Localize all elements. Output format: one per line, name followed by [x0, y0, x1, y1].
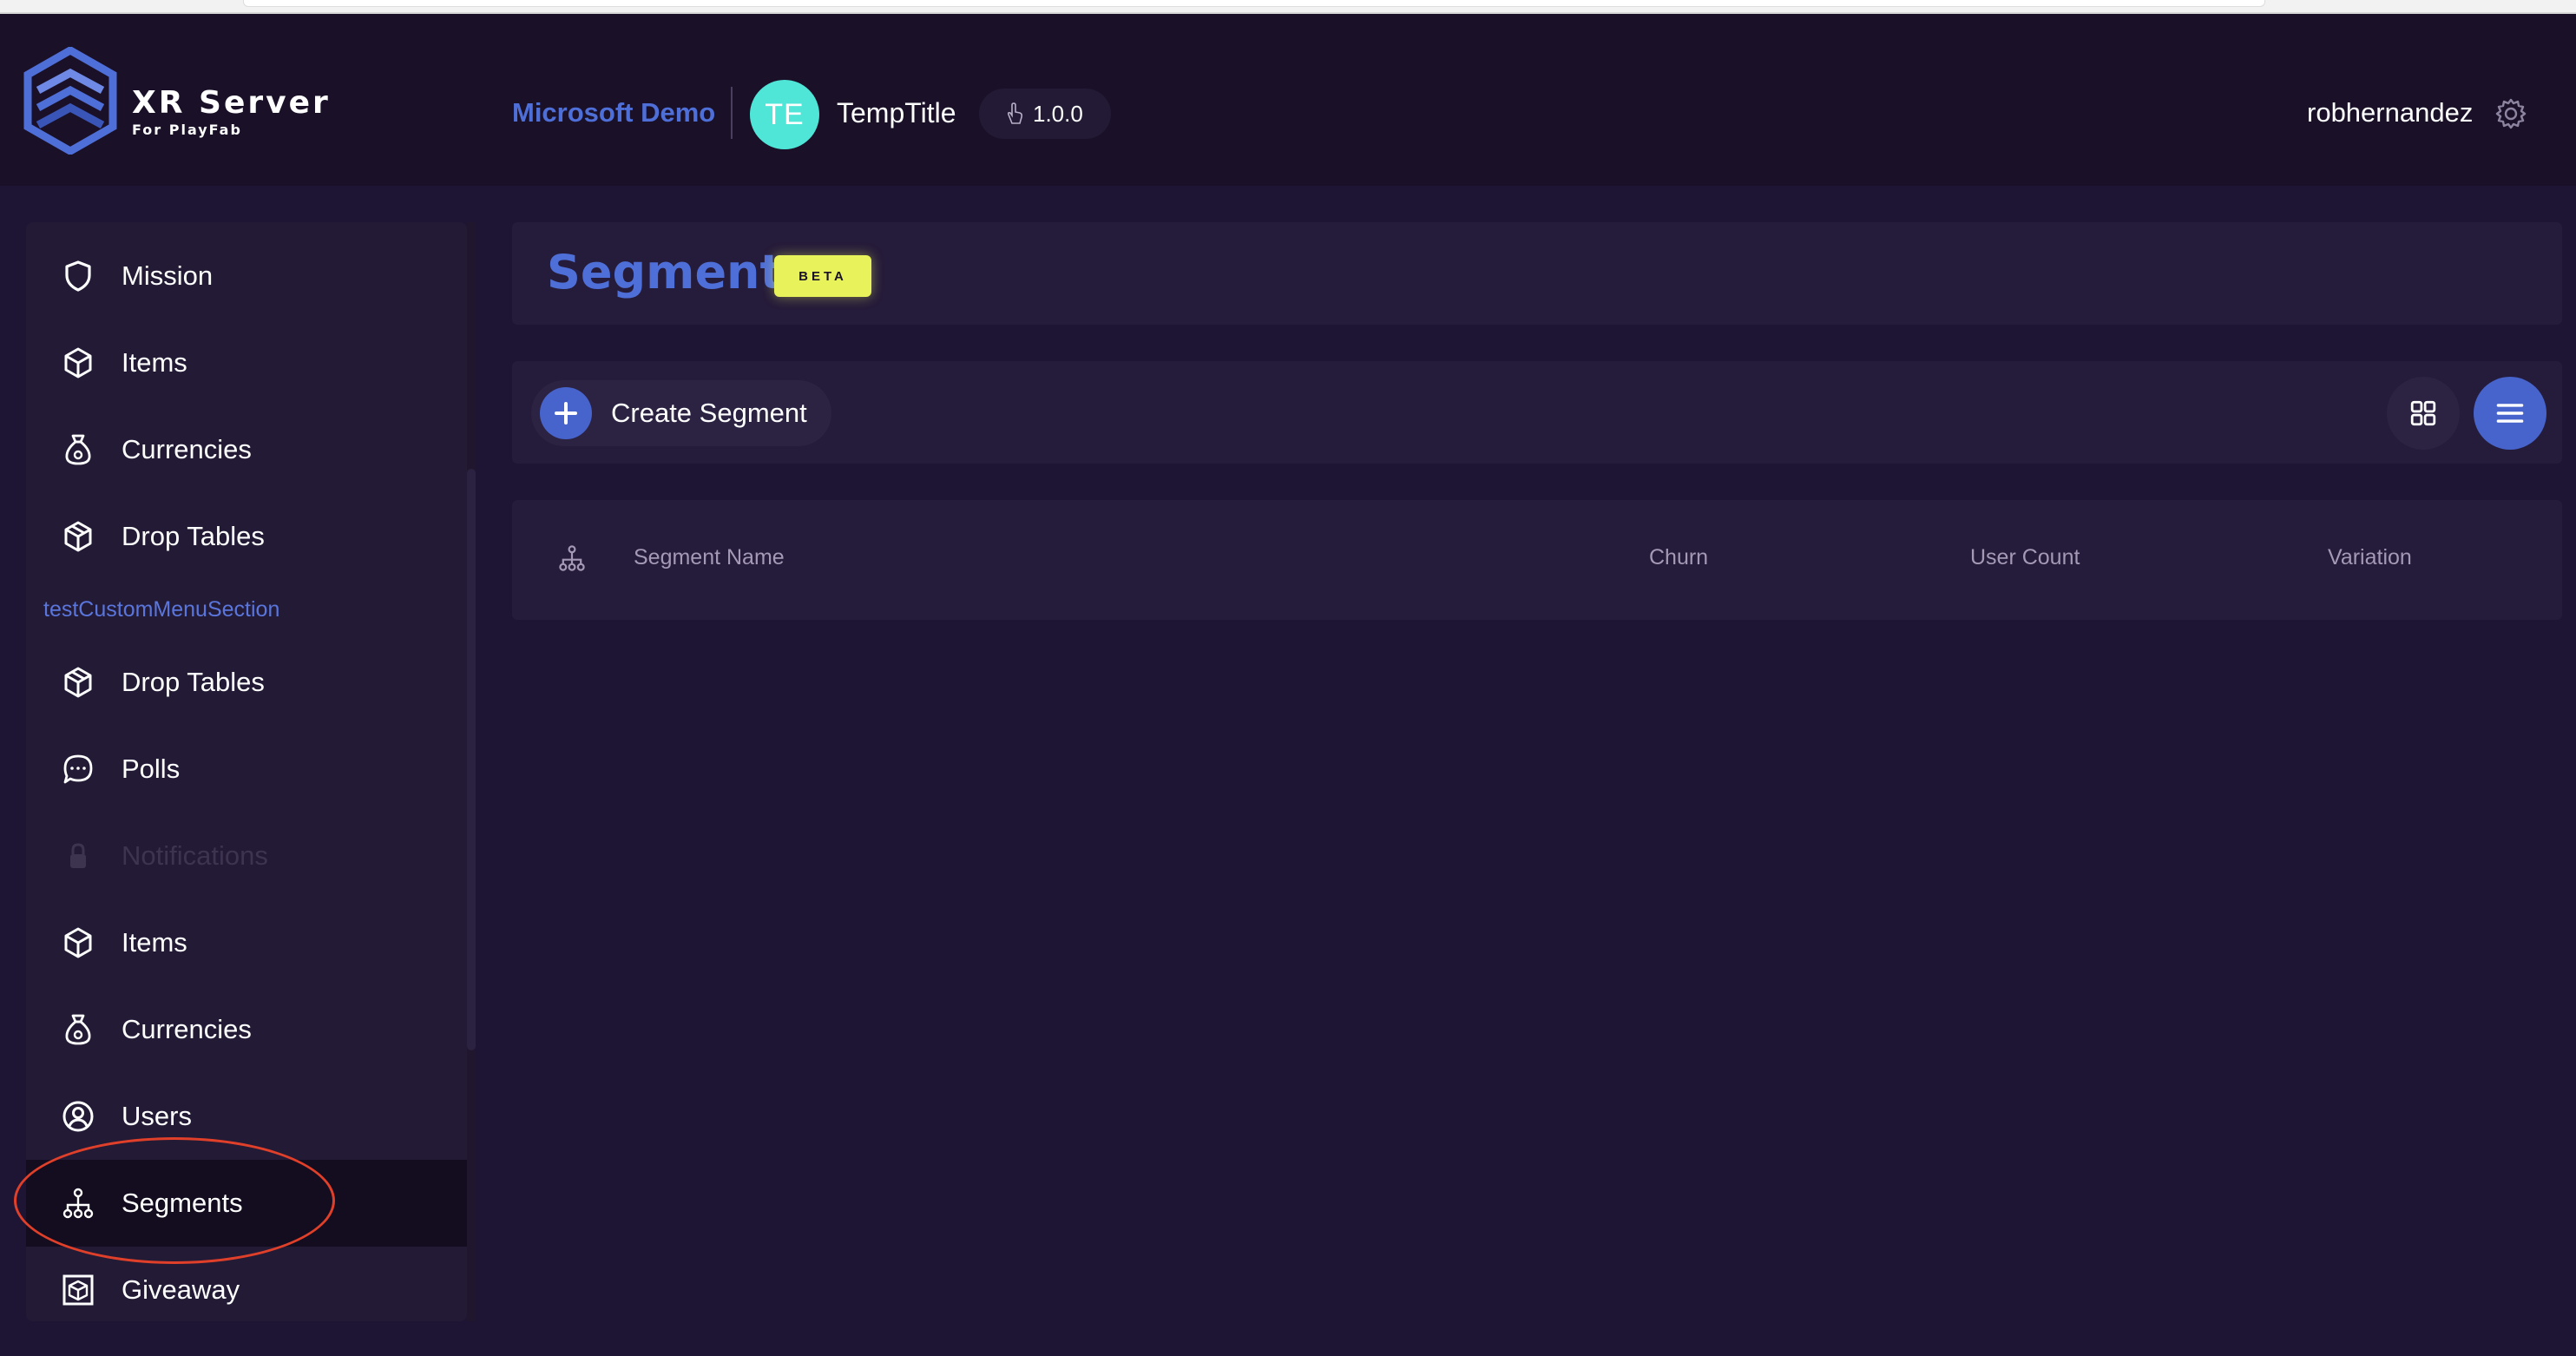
username[interactable]: robhernandez [2307, 97, 2473, 128]
toolbar: Create Segment [512, 361, 2562, 464]
sidebar-item-drop-tables-custom[interactable]: Drop Tables [26, 639, 467, 726]
money-bag-icon [61, 1012, 95, 1047]
user-circle-icon [61, 1099, 95, 1134]
page-title: Segments [547, 245, 811, 300]
money-bag-icon [61, 432, 95, 467]
beta-badge: BETA [774, 255, 871, 297]
grid-view-button[interactable] [2387, 377, 2460, 450]
box-icon [61, 665, 95, 700]
lock-icon [61, 839, 95, 873]
brand-subtitle: For PlayFab [132, 122, 242, 138]
sidebar-scrollbar[interactable] [467, 222, 476, 1321]
header-divider [731, 87, 733, 139]
brand-name: XR Server [132, 85, 331, 121]
grid-icon [2410, 400, 2436, 426]
chat-bubble-icon [61, 752, 95, 787]
sidebar-item-label: Segments [122, 1188, 243, 1218]
column-header-churn[interactable]: Churn [1649, 545, 1708, 570]
sidebar-item-label: Items [122, 347, 187, 378]
sidebar-item-users[interactable]: Users [26, 1073, 467, 1160]
sidebar-item-label: Polls [122, 754, 181, 784]
sidebar-item-polls[interactable]: Polls [26, 726, 467, 813]
xr-server-logo-icon[interactable] [23, 47, 118, 155]
sidebar-item-notifications: Notifications [26, 813, 467, 899]
sidebar-item-label: Currencies [122, 1014, 252, 1044]
sidebar-item-label: Drop Tables [122, 521, 265, 551]
sidebar-item-label: Items [122, 927, 187, 958]
sidebar-scrollbar-thumb[interactable] [467, 469, 476, 1050]
create-segment-button[interactable]: Create Segment [531, 380, 831, 446]
sidebar-section-label: testCustomMenuSection [43, 597, 280, 622]
column-header-variation[interactable]: Variation [2328, 545, 2412, 570]
list-icon [2496, 404, 2524, 423]
sidebar-item-label: Giveaway [122, 1274, 240, 1305]
column-header-segment-name[interactable]: Segment Name [634, 545, 785, 570]
sidebar-item-currencies[interactable]: Currencies [26, 406, 467, 493]
hierarchy-icon [61, 1186, 95, 1221]
list-view-button[interactable] [2474, 377, 2546, 450]
sidebar-item-label: Drop Tables [122, 667, 265, 697]
sidebar-item-items-2[interactable]: Items [26, 899, 467, 986]
sidebar-item-label: Users [122, 1101, 192, 1131]
title-avatar[interactable]: TE [750, 80, 819, 149]
shield-icon [61, 259, 95, 293]
box-icon [61, 519, 95, 554]
org-name-link[interactable]: Microsoft Demo [512, 97, 715, 128]
browser-address-bar[interactable] [243, 0, 2265, 7]
cube-icon [61, 346, 95, 380]
sidebar-item-label: Mission [122, 260, 214, 291]
sidebar-item-giveaway[interactable]: Giveaway [26, 1247, 467, 1333]
create-segment-label: Create Segment [611, 398, 807, 428]
sidebar-item-label: Currencies [122, 434, 252, 464]
cube-icon [61, 925, 95, 960]
table-header: Segment Name Churn User Count Variation [512, 500, 2562, 620]
sidebar-item-segments[interactable]: Segments [26, 1160, 467, 1247]
sidebar-item-items[interactable]: Items [26, 319, 467, 406]
version-label: 1.0.0 [1033, 100, 1083, 127]
browser-chrome-strip [0, 0, 2576, 14]
sidebar-item-drop-tables[interactable]: Drop Tables [26, 493, 467, 580]
top-bar: XR Server For PlayFab Microsoft Demo TE … [0, 14, 2576, 186]
version-badge: 1.0.0 [979, 89, 1111, 139]
hand-pointer-icon [1007, 102, 1023, 124]
gift-box-icon [61, 1273, 95, 1307]
sidebar-item-label: Notifications [122, 840, 268, 871]
hierarchy-icon [559, 545, 585, 571]
title-name[interactable]: TempTitle [837, 97, 956, 129]
column-header-user-count[interactable]: User Count [1970, 545, 2080, 570]
gear-icon[interactable] [2494, 97, 2527, 130]
page-header: Segments BETA [512, 222, 2562, 325]
sidebar-item-mission[interactable]: Mission [26, 233, 467, 319]
plus-icon [540, 387, 592, 439]
sidebar-item-currencies-2[interactable]: Currencies [26, 986, 467, 1073]
